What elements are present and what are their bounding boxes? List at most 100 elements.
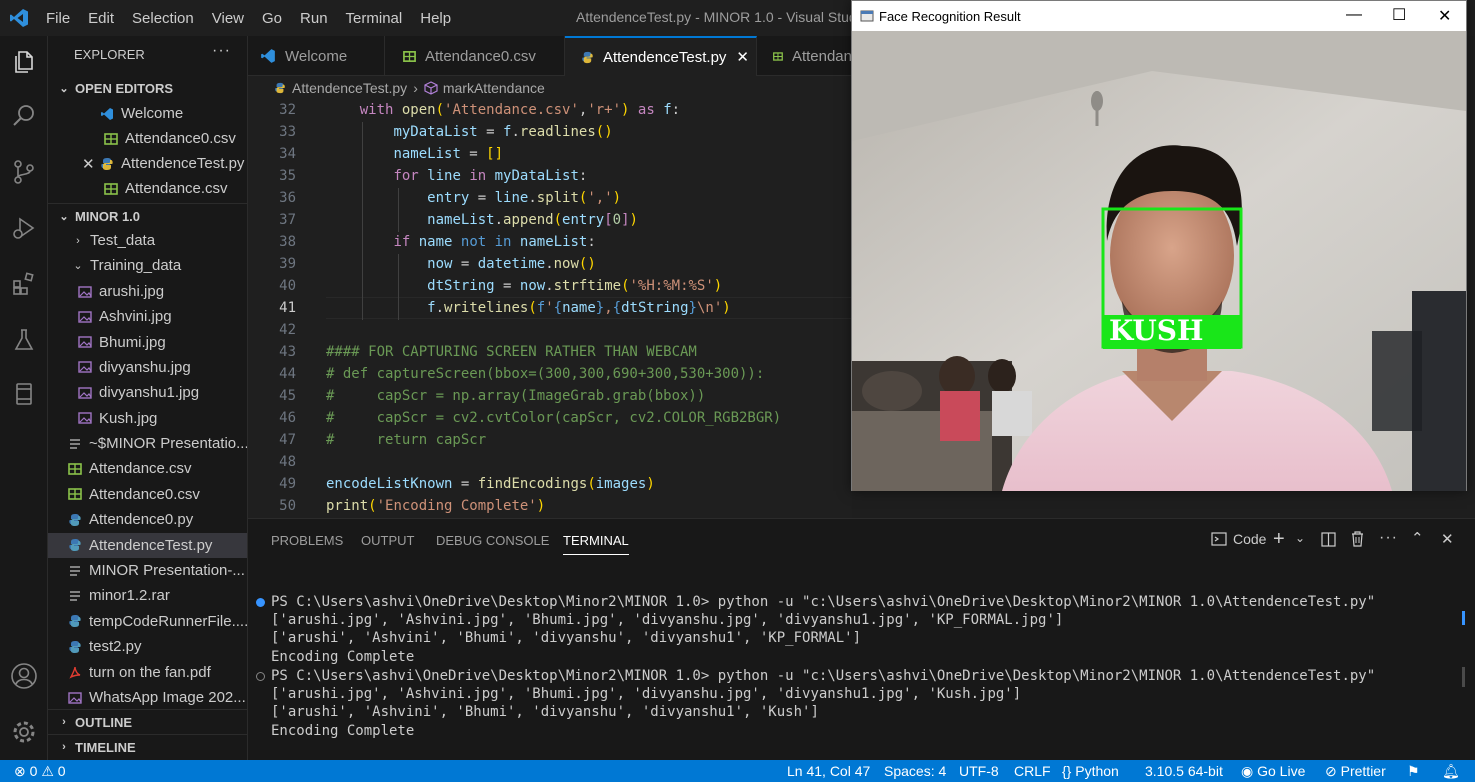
eol-status[interactable]: CRLF xyxy=(1014,763,1051,779)
maximize-icon[interactable]: ☐ xyxy=(1392,5,1406,25)
tab-label: Attendan xyxy=(791,47,852,65)
encoding-status[interactable]: UTF-8 xyxy=(959,763,999,779)
problems-status[interactable]: ⊗ 0 ⚠ 0 xyxy=(14,763,66,780)
file-item[interactable]: MINOR Presentation-... xyxy=(48,558,247,583)
account-icon[interactable] xyxy=(8,660,40,692)
file-item[interactable]: WhatsApp Image 202... xyxy=(48,685,247,710)
file-item[interactable]: tempCodeRunnerFile.... xyxy=(48,609,247,634)
open-editors-section[interactable]: ⌄ OPEN EDITORS xyxy=(48,76,247,101)
tab-output[interactable]: OUTPUT xyxy=(361,533,414,548)
tab-debug-console[interactable]: DEBUG CONSOLE xyxy=(436,533,549,548)
menu-run[interactable]: Run xyxy=(291,10,337,27)
more-actions-icon[interactable]: ··· xyxy=(212,42,231,60)
file-item[interactable]: minor1.2.rar xyxy=(48,583,247,608)
tab-attendencetest-py[interactable]: AttendenceTest.py ✕ xyxy=(565,36,757,76)
terminal-line: ['arushi.jpg', 'Ashvini.jpg', 'Bhumi.jpg… xyxy=(271,686,1022,702)
close-panel-icon[interactable]: ✕ xyxy=(1441,530,1454,548)
open-editor-attendance-csv[interactable]: Attendance.csv xyxy=(48,176,247,201)
open-editor-attendance0-csv[interactable]: Attendance0.csv xyxy=(48,126,247,151)
search-icon[interactable] xyxy=(8,100,40,132)
line-number: 43 xyxy=(279,344,296,360)
outline-section[interactable]: › OUTLINE xyxy=(48,709,247,734)
file-item[interactable]: test2.py xyxy=(48,634,247,659)
more-actions-icon[interactable]: ··· xyxy=(1379,529,1398,547)
menu-go[interactable]: Go xyxy=(253,10,291,27)
code-line-46: # capScr = cv2.cvtColor(capScr, cv2.COLO… xyxy=(326,410,782,426)
terminal-shell-label: Code xyxy=(1233,531,1267,547)
source-control-icon[interactable] xyxy=(8,156,40,188)
line-number: 44 xyxy=(279,366,296,382)
folder-training-data[interactable]: ⌄ Training_data xyxy=(48,253,247,278)
split-terminal-icon[interactable] xyxy=(1321,532,1336,547)
notifications-bell-icon[interactable]: 🔔︎ xyxy=(1442,763,1460,780)
open-editor-label: AttendenceTest.py xyxy=(121,155,245,172)
file-item[interactable]: ~$MINOR Presentatio... xyxy=(48,431,247,456)
file-item[interactable]: turn on the fan.pdf xyxy=(48,660,247,685)
close-icon[interactable]: ✕ xyxy=(82,155,100,173)
webcam-image xyxy=(852,31,1466,491)
workspace-section[interactable]: ⌄ MINOR 1.0 xyxy=(48,203,247,228)
file-item[interactable]: Kush.jpg xyxy=(48,406,247,431)
prettier-status[interactable]: ⊘ Prettier xyxy=(1325,763,1386,780)
file-item[interactable]: Attendance.csv xyxy=(48,456,247,481)
language-status[interactable]: {} Python xyxy=(1062,763,1119,779)
settings-gear-icon[interactable] xyxy=(8,716,40,748)
code-editor[interactable]: 32 33 34 35 36 37 38 39 40 41 42 43 44 45 46 47 48 49 50 w… xyxy=(248,100,852,518)
menu-selection[interactable]: Selection xyxy=(123,10,203,27)
interpreter-status[interactable]: 3.10.5 64-bit xyxy=(1145,763,1223,779)
tab-welcome[interactable]: Welcome xyxy=(248,36,385,76)
file-item[interactable]: AttendenceTest.py xyxy=(48,532,247,558)
file-label: turn on the fan.pdf xyxy=(89,663,211,681)
run-debug-icon[interactable] xyxy=(8,212,40,244)
command-status-dot[interactable] xyxy=(256,672,265,681)
maximize-panel-icon[interactable]: ⌃ xyxy=(1411,529,1424,547)
folder-test-data[interactable]: › Test_data xyxy=(48,228,247,253)
tab-problems[interactable]: PROBLEMS xyxy=(271,533,343,548)
window-title: AttendenceTest.py - MINOR 1.0 - Visual S… xyxy=(576,9,860,25)
face-window-titlebar[interactable]: Face Recognition Result — ☐ ✕ xyxy=(852,1,1466,31)
new-terminal-icon[interactable]: + xyxy=(1273,528,1285,551)
notebook-icon[interactable] xyxy=(8,378,40,410)
menu-edit[interactable]: Edit xyxy=(79,10,123,27)
code-line-43: #### FOR CAPTURING SCREEN RATHER THAN WE… xyxy=(326,344,697,360)
explorer-icon[interactable] xyxy=(8,46,40,78)
breadcrumb-file[interactable]: AttendenceTest.py xyxy=(292,80,407,96)
open-editor-label: Attendance0.csv xyxy=(125,130,236,147)
open-editor-welcome[interactable]: Welcome xyxy=(48,101,247,126)
close-window-icon[interactable]: ✕ xyxy=(1438,6,1451,26)
indentation-status[interactable]: Spaces: 4 xyxy=(884,763,946,779)
open-editor-attendencetest-py[interactable]: ✕ AttendenceTest.py xyxy=(48,151,247,176)
file-item[interactable]: Ashvini.jpg xyxy=(48,304,247,329)
timeline-section[interactable]: › TIMELINE xyxy=(48,734,247,759)
trash-icon[interactable] xyxy=(1350,531,1365,547)
tab-attendance0-csv[interactable]: Attendance0.csv xyxy=(385,36,565,76)
file-item[interactable]: Bhumi.jpg xyxy=(48,330,247,355)
menu-help[interactable]: Help xyxy=(411,10,460,27)
python-file-icon xyxy=(275,82,285,94)
tab-terminal[interactable]: TERMINAL xyxy=(563,533,629,555)
tab-attendance-csv[interactable]: Attendan xyxy=(757,36,852,76)
menu-file[interactable]: File xyxy=(37,10,79,27)
file-item[interactable]: divyanshu.jpg xyxy=(48,355,247,380)
file-item[interactable]: Attendence0.py xyxy=(48,507,247,532)
testing-icon[interactable] xyxy=(8,324,40,356)
feedback-icon[interactable]: ⚑ xyxy=(1407,763,1420,780)
extensions-icon[interactable] xyxy=(8,268,40,300)
command-status-dot[interactable] xyxy=(256,598,265,607)
terminal-scrollbar[interactable] xyxy=(1462,667,1465,687)
file-item[interactable]: divyanshu1.jpg xyxy=(48,380,247,405)
menu-terminal[interactable]: Terminal xyxy=(337,10,412,27)
chevron-down-icon[interactable]: ⌄ xyxy=(1295,531,1305,545)
go-live-status[interactable]: ◉ Go Live xyxy=(1241,763,1305,780)
breadcrumb: AttendenceTest.py › markAttendance xyxy=(248,76,852,100)
minimize-icon[interactable]: — xyxy=(1346,6,1362,24)
file-item[interactable]: Attendance0.csv xyxy=(48,482,247,507)
cursor-position[interactable]: Ln 41, Col 47 xyxy=(787,763,870,779)
terminal-profile[interactable]: Code xyxy=(1211,531,1266,547)
explorer-title: EXPLORER xyxy=(74,47,145,62)
tab-label: Welcome xyxy=(285,47,348,65)
menu-view[interactable]: View xyxy=(203,10,253,27)
close-tab-icon[interactable]: ✕ xyxy=(736,48,749,66)
file-item[interactable]: arushi.jpg xyxy=(48,279,247,304)
breadcrumb-symbol[interactable]: markAttendance xyxy=(443,80,545,96)
